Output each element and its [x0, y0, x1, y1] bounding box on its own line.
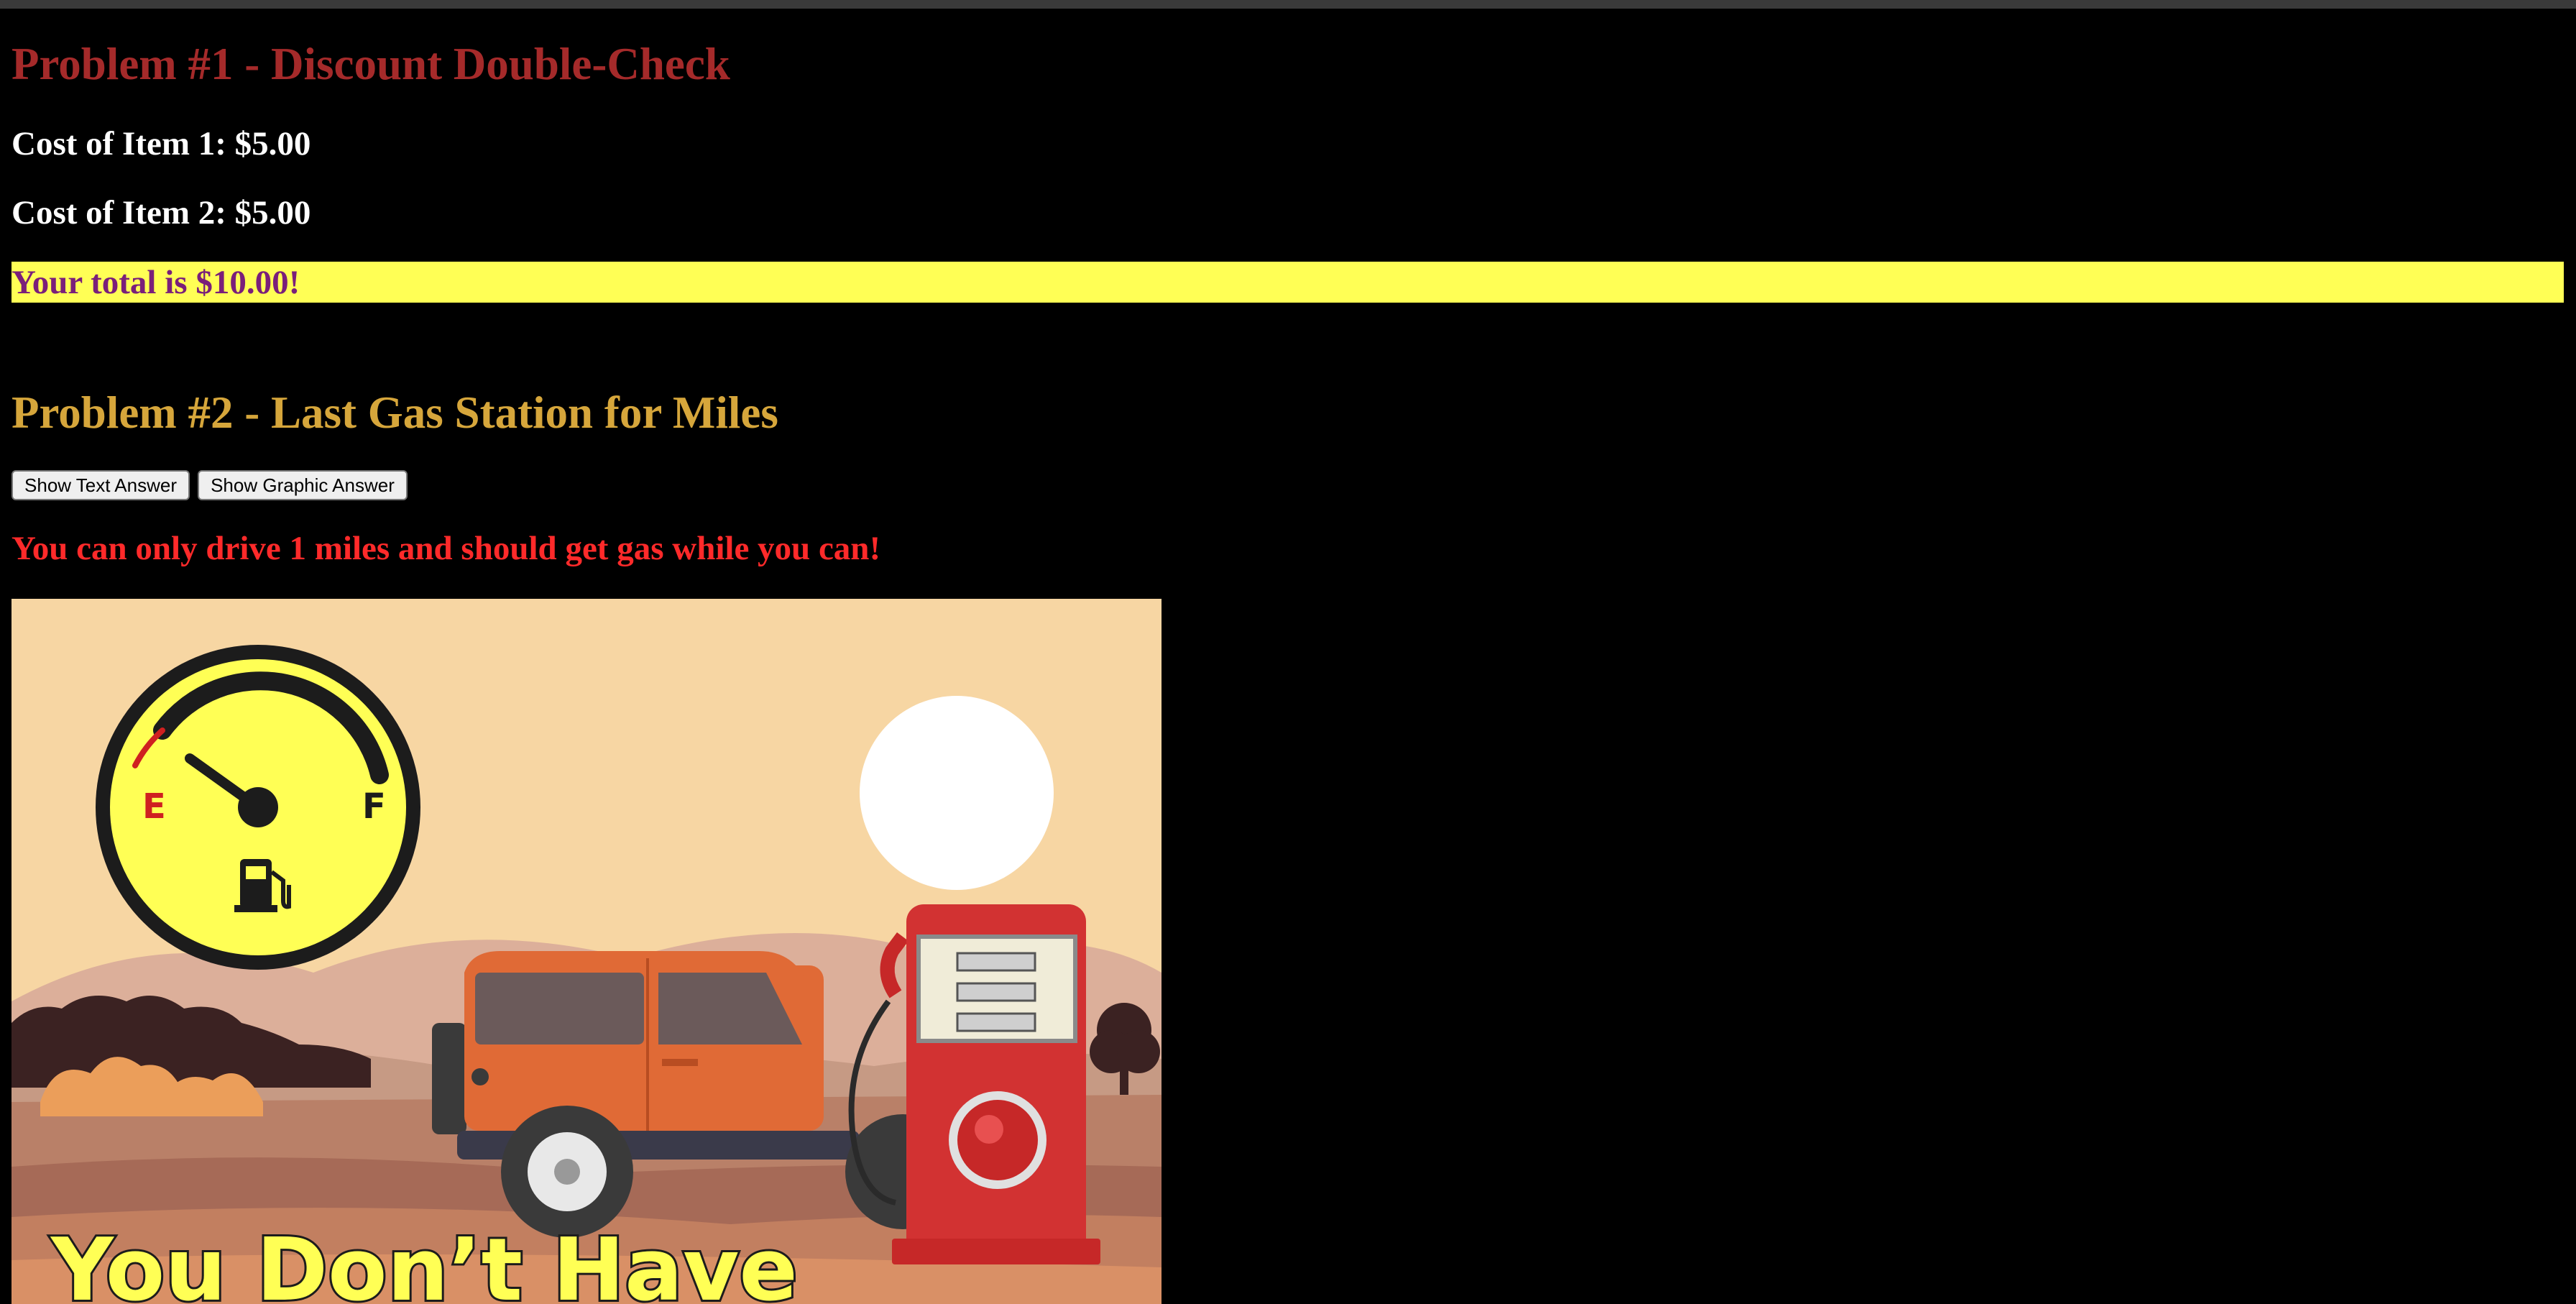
- total-highlight-bar: Your total is $10.00!: [12, 262, 2564, 303]
- illustration-banner-text: You Don’t Have: [50, 1221, 798, 1304]
- problem1-title: Problem #1 - Discount Double-Check: [12, 39, 730, 89]
- sun-icon: [860, 696, 1054, 890]
- fuel-gauge-icon: E F: [96, 645, 420, 970]
- show-graphic-answer-button[interactable]: Show Graphic Answer: [198, 470, 408, 500]
- cost-item2: Cost of Item 2: $5.00: [12, 194, 311, 231]
- problem2-title: Problem #2 - Last Gas Station for Miles: [12, 387, 778, 438]
- browser-top-edge: [0, 0, 2576, 9]
- gas-warning-message: You can only drive 1 miles and should ge…: [12, 530, 881, 567]
- total-text: Your total is $10.00!: [12, 264, 300, 301]
- show-text-answer-button[interactable]: Show Text Answer: [12, 470, 190, 500]
- cost-item1: Cost of Item 1: $5.00: [12, 125, 311, 162]
- gas-station-illustration: E F You Don’t Have: [12, 599, 1162, 1304]
- gauge-full-label: F: [362, 786, 386, 827]
- gauge-empty-label: E: [142, 786, 166, 827]
